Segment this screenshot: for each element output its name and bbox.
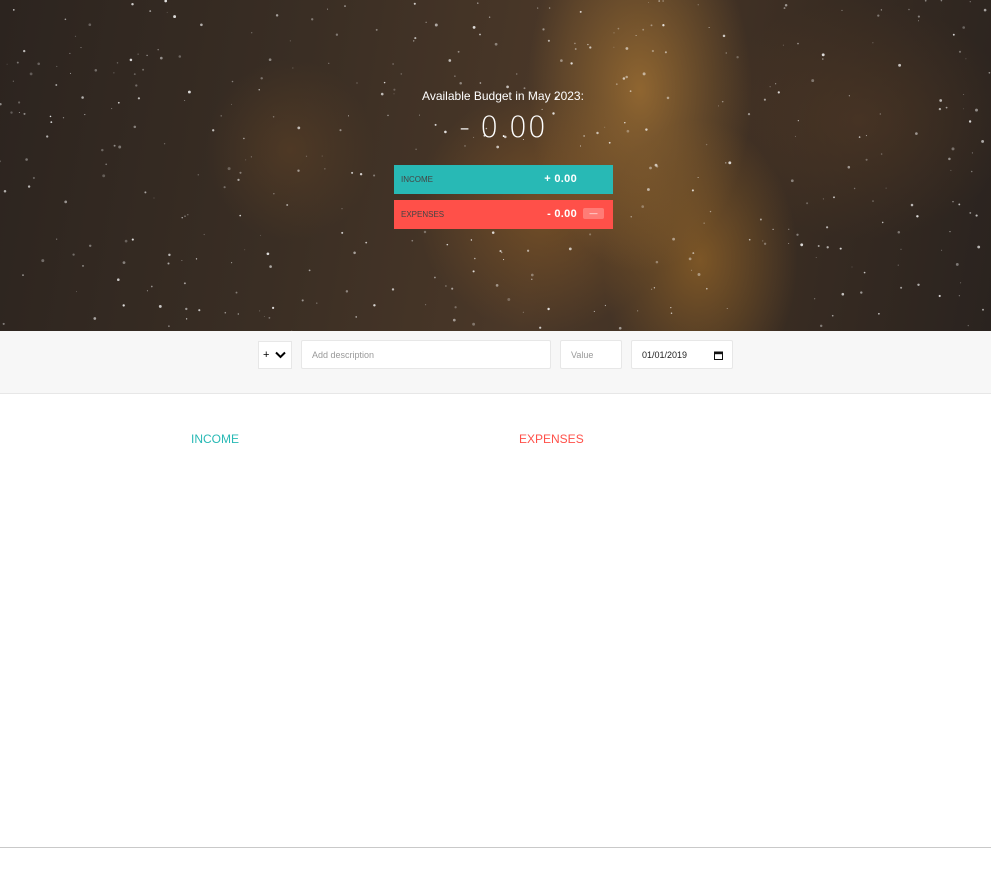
type-select[interactable]: + [258, 341, 292, 369]
budget-expenses-summary: EXPENSES - 0.00 — [394, 200, 613, 229]
expenses-percentage-badge: — [583, 208, 604, 219]
budget-header: Available Budget in May 2023: - 0.00 INC… [0, 0, 991, 331]
value-placeholder: Value [571, 350, 594, 360]
calendar-icon[interactable] [714, 351, 723, 360]
add-item-bar: + Add description Value 01/01/2019 [0, 331, 991, 394]
income-list-title: INCOME [191, 432, 239, 446]
value-input[interactable]: Value [560, 340, 622, 369]
footer-divider [0, 847, 991, 848]
budget-title: Available Budget in May 2023: [422, 89, 584, 103]
expenses-summary-value: - 0.00 [547, 208, 577, 220]
budget-income-summary: INCOME + 0.00 [394, 165, 613, 194]
budget-value: - 0.00 [459, 110, 547, 144]
income-summary-label: INCOME [401, 175, 433, 184]
type-select-value: + [263, 349, 270, 361]
expenses-list-title: EXPENSES [519, 432, 584, 446]
chevron-down-icon [275, 351, 286, 359]
description-placeholder: Add description [312, 350, 375, 360]
date-value: 01/01/2019 [642, 350, 688, 360]
description-input[interactable]: Add description [301, 340, 551, 369]
date-input[interactable]: 01/01/2019 [631, 340, 733, 369]
budget-panel: Available Budget in May 2023: - 0.00 INC… [0, 0, 991, 331]
income-summary-value: + 0.00 [544, 173, 577, 185]
expenses-summary-label: EXPENSES [401, 210, 445, 219]
